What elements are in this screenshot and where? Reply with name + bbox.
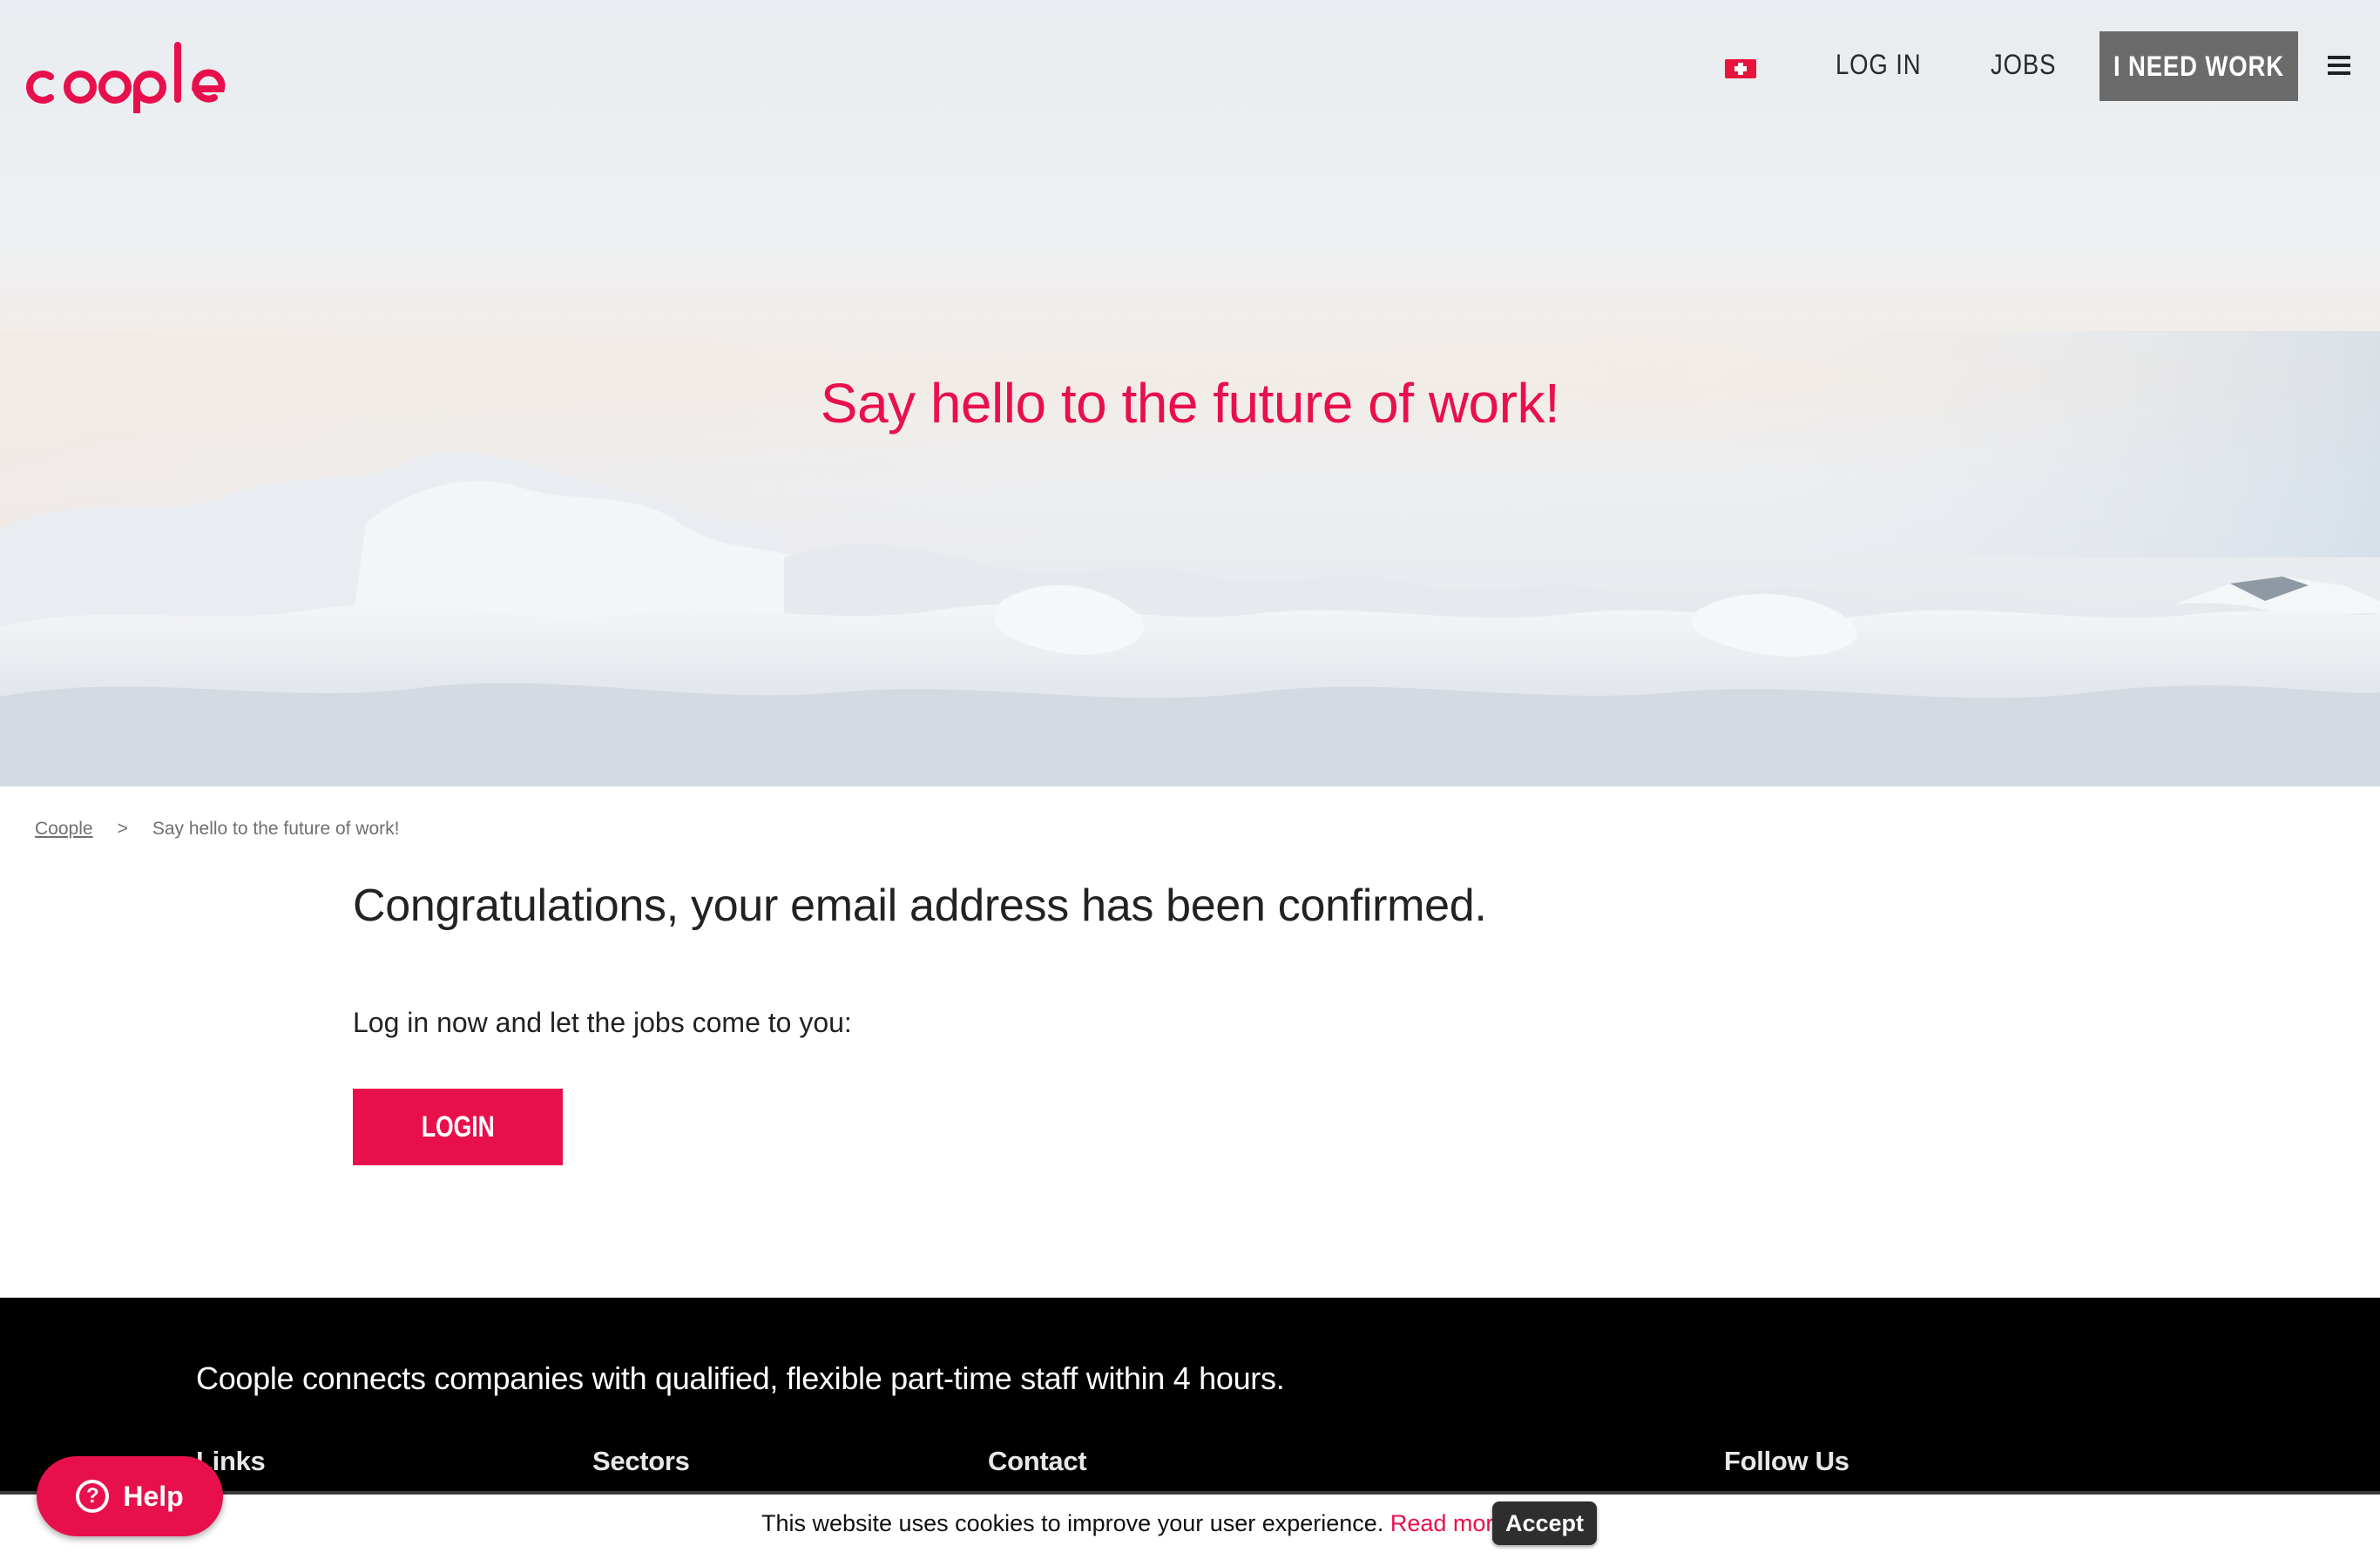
login-button[interactable]: LOGIN (353, 1089, 563, 1165)
question-circle-icon: ? (76, 1480, 110, 1513)
footer-contact-heading: Contact (988, 1446, 1087, 1476)
confirmation-heading: Congratulations, your email address has … (353, 881, 1487, 931)
coople-logo[interactable] (24, 35, 242, 113)
nav-jobs-link[interactable]: JOBS (1991, 49, 2056, 81)
footer-tagline: Coople connects companies with qualified… (196, 1360, 1285, 1396)
cookie-read-more-link[interactable]: Read more (1390, 1510, 1507, 1536)
swiss-flag-icon[interactable] (1725, 59, 1756, 78)
footer-sectors-heading: Sectors (592, 1446, 690, 1476)
login-button-label: LOGIN (421, 1110, 495, 1144)
breadcrumb-current: Say hello to the future of work! (152, 819, 400, 839)
help-button[interactable]: ? Help (37, 1456, 223, 1536)
hamburger-menu-icon[interactable] (2328, 56, 2350, 75)
breadcrumb-home-link[interactable]: Coople (35, 819, 93, 839)
hero-title: Say hello to the future of work! (820, 372, 1560, 435)
help-label: Help (123, 1480, 184, 1512)
i-need-work-button[interactable]: I NEED WORK (2099, 31, 2298, 101)
cookie-banner: This website uses cookies to improve you… (0, 1491, 2380, 1552)
cookie-message-text: This website uses cookies to improve you… (761, 1510, 1384, 1536)
breadcrumb-separator: > (117, 819, 128, 839)
login-instruction-text: Log in now and let the jobs come to you: (353, 1007, 852, 1038)
cookie-message: This website uses cookies to improve you… (761, 1510, 1506, 1537)
cookie-accept-button[interactable]: Accept (1492, 1501, 1597, 1545)
i-need-work-label: I NEED WORK (2113, 50, 2284, 82)
nav-login-link[interactable]: LOG IN (1836, 49, 1921, 81)
hero-banner: LOG IN JOBS I NEED WORK Say hello to the… (0, 0, 2380, 786)
breadcrumb: Coople > Say hello to the future of work! (35, 819, 399, 840)
footer-follow-us-heading: Follow Us (1724, 1446, 1849, 1476)
